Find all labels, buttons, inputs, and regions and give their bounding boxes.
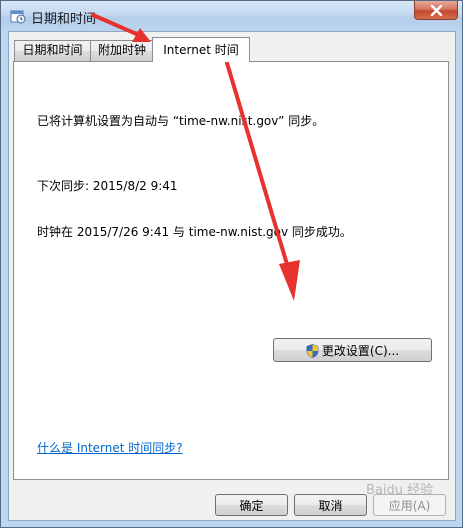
sync-status-text: 已将计算机设置为自动与 “time-nw.nist.gov” 同步。 [37,114,325,128]
tab-internet-time[interactable]: Internet 时间 [152,37,250,62]
tab-strip: 日期和时间 附加时钟 Internet 时间 [9,32,455,62]
window-title: 日期和时间 [31,12,97,27]
close-icon [430,5,443,16]
date-time-dialog: 日期和时间 日期和时间 附加时钟 Internet 时间 已将计算机设置为自动与… [0,0,463,528]
change-settings-button[interactable]: 更改设置(C)... [273,338,432,362]
tab-date-time[interactable]: 日期和时间 [14,40,91,61]
internet-time-panel: 已将计算机设置为自动与 “time-nw.nist.gov” 同步。 下次同步:… [13,61,449,480]
apply-button[interactable]: 应用(A) [373,494,446,516]
clock-calendar-icon [10,9,26,24]
next-sync-text: 下次同步: 2015/8/2 9:41 [37,179,178,193]
cancel-button[interactable]: 取消 [294,494,367,516]
ok-button[interactable]: 确定 [215,494,288,516]
tab-additional-clocks[interactable]: 附加时钟 [90,40,154,61]
uac-shield-icon [306,343,319,365]
close-button[interactable] [414,1,458,20]
dialog-client-area: 日期和时间 附加时钟 Internet 时间 已将计算机设置为自动与 “time… [8,31,456,521]
last-sync-text: 时钟在 2015/7/26 9:41 与 time-nw.nist.gov 同步… [37,225,352,239]
title-bar[interactable]: 日期和时间 [1,1,462,31]
internet-time-help-link[interactable]: 什么是 Internet 时间同步? [37,439,183,456]
change-settings-label: 更改设置(C)... [321,344,400,358]
